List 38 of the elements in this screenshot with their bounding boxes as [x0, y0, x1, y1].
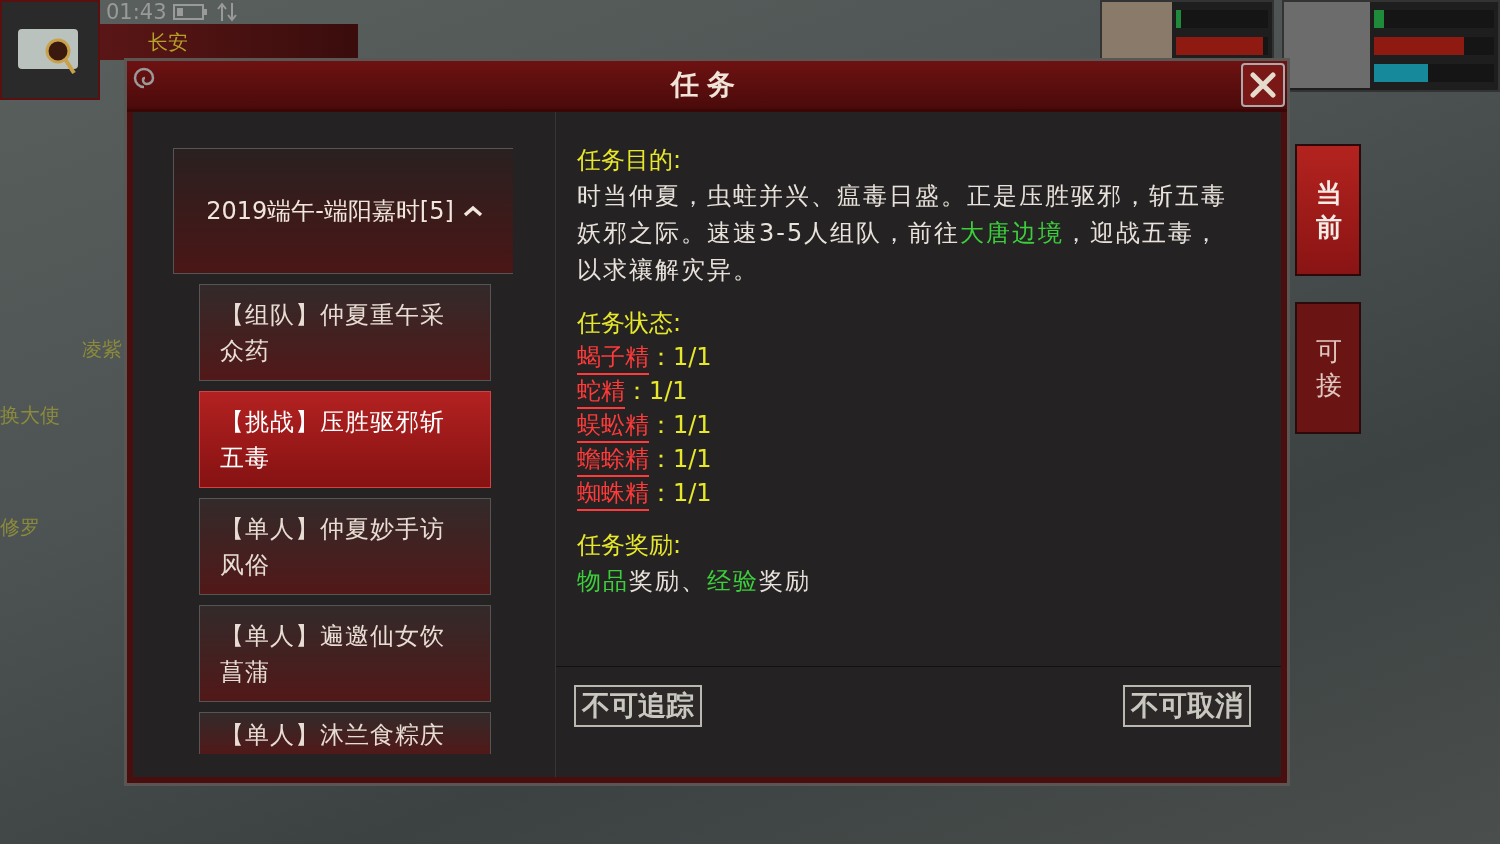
npc-name: 凌紫	[82, 336, 122, 363]
battery-icon	[172, 3, 209, 21]
side-tab[interactable]: 可接	[1295, 302, 1361, 434]
dialog-title: 任务	[671, 67, 743, 103]
reward-text: 物品奖励、经验奖励	[577, 566, 812, 597]
target-name: 蝎子精	[577, 341, 649, 375]
data-transfer-icon	[214, 1, 239, 23]
action-button[interactable]: 不可取消	[1123, 685, 1251, 727]
map-scroll-button[interactable]	[0, 0, 100, 100]
party-member-card[interactable]	[1282, 0, 1500, 92]
quest-group-header[interactable]: 2019端午-端阳嘉时[5]	[173, 148, 513, 274]
quest-item[interactable]: 【单人】仲夏妙手访风俗	[199, 498, 491, 595]
target-name: 蛇精	[577, 375, 625, 409]
target-name: 蟾蜍精	[577, 443, 649, 477]
target-name: 蜘蛛精	[577, 477, 649, 511]
location-name: 长安	[148, 28, 188, 56]
quest-item[interactable]: 【单人】沐兰食粽庆	[199, 712, 491, 754]
target-count: ：1/1	[649, 410, 712, 441]
swirl-ornament-icon	[133, 67, 155, 89]
section-heading: 任务目的:	[577, 145, 683, 176]
side-tab[interactable]: 当前	[1295, 144, 1361, 276]
target-count: ：1/1	[649, 342, 712, 373]
quest-item[interactable]: 【组队】仲夏重午采众药	[199, 284, 491, 381]
objective-text: 时当仲夏，虫蛀并兴、瘟毒日盛。正是压胜驱邪，斩五毒妖邪之际。速速3-5人组队，前往大唐边境，迎战五毒，以求禳解灾异。	[577, 181, 1228, 286]
target-count: ：1/1	[625, 376, 688, 407]
quest-item[interactable]: 【单人】遍邀仙女饮菖蒲	[199, 605, 491, 702]
section-heading: 任务奖励:	[577, 530, 683, 561]
target-name: 蜈蚣精	[577, 409, 649, 443]
section-heading: 任务状态:	[577, 308, 683, 339]
quest-item[interactable]: 【挑战】压胜驱邪斩五毒	[199, 391, 491, 488]
target-count: ：1/1	[649, 478, 712, 509]
clock-time: 01:43	[106, 0, 167, 24]
npc-name: 修罗	[0, 514, 40, 541]
target-count: ：1/1	[649, 444, 712, 475]
close-icon	[1248, 70, 1278, 100]
close-button[interactable]	[1241, 63, 1285, 107]
action-button[interactable]: 不可追踪	[574, 685, 702, 727]
npc-name: 换大使	[0, 402, 60, 429]
